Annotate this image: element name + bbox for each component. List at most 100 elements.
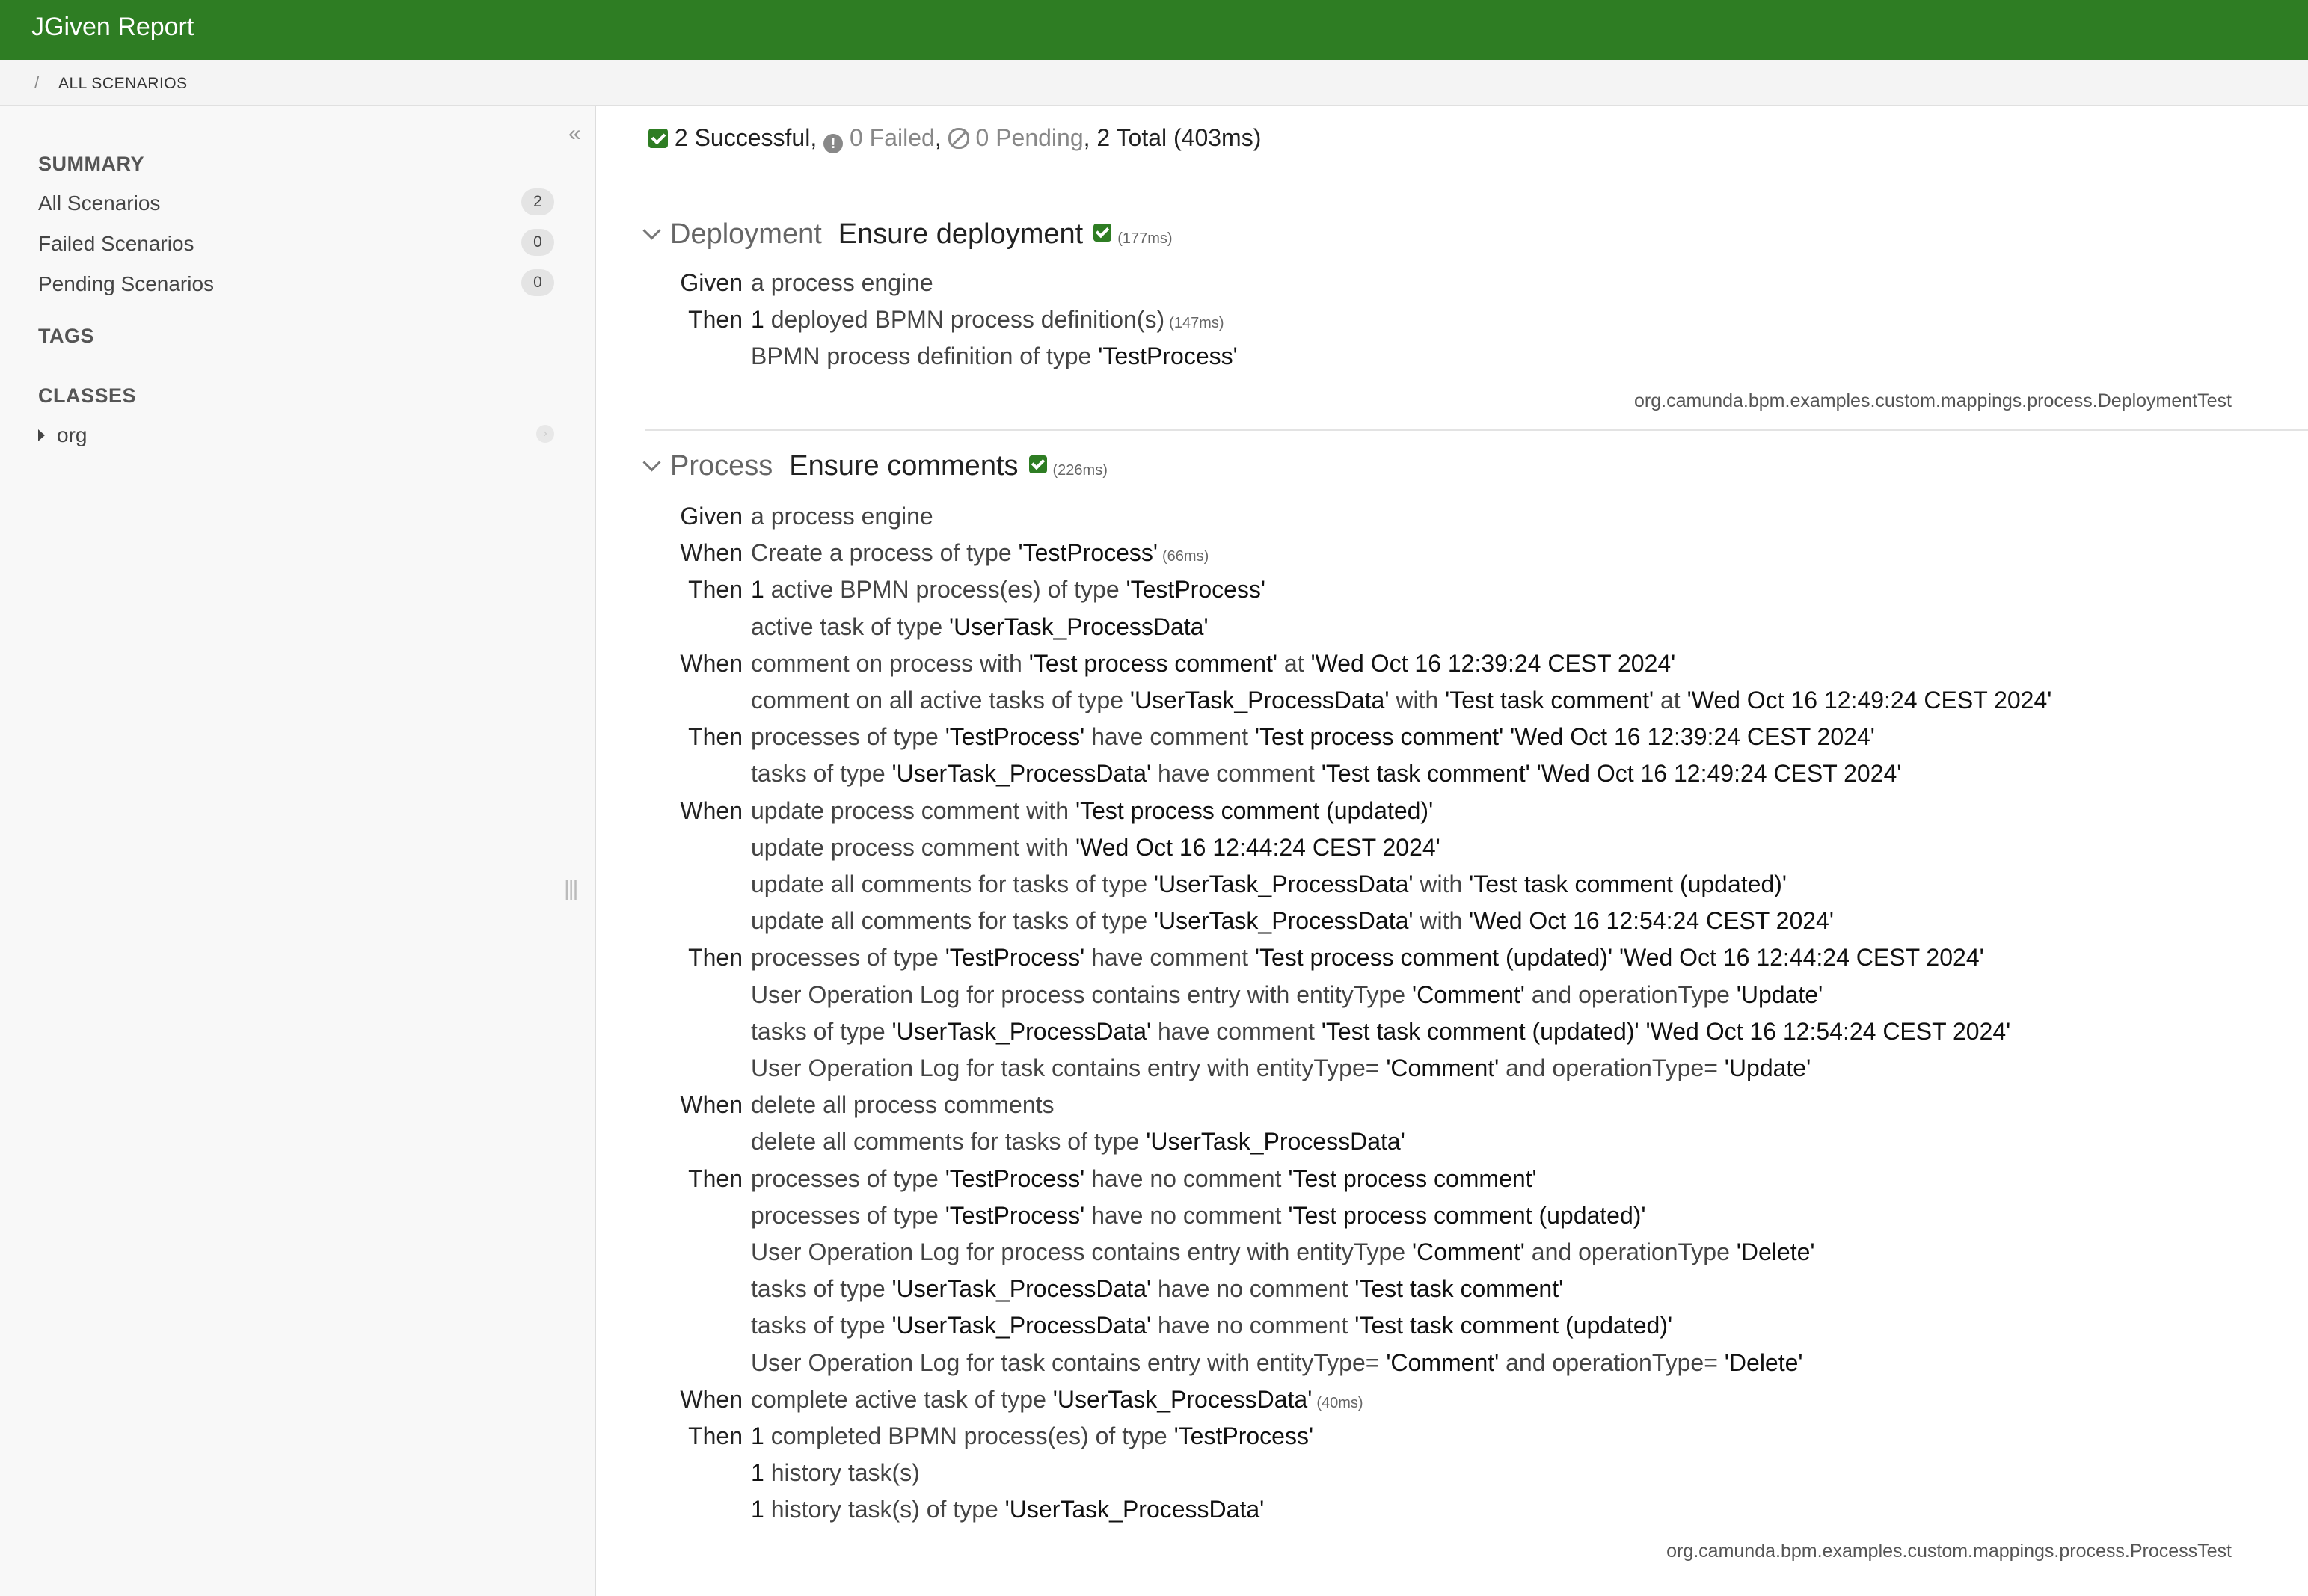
sidebar-item-label: All Scenarios: [38, 191, 161, 215]
step-words: and operationType: [1524, 1239, 1737, 1265]
step-words: have comment: [1084, 723, 1255, 750]
main-content: 2 Successful, ! 0 Failed, 0 Pending, 2 T…: [596, 106, 2308, 1596]
successful-count[interactable]: 2 Successful: [675, 124, 810, 151]
resize-handle-icon[interactable]: |||: [564, 877, 578, 902]
step-argument: 'UserTask_ProcessData': [1004, 1496, 1265, 1523]
top-bar: JGiven Report: [0, 0, 2308, 60]
step-words: delete all comments for tasks of type: [751, 1128, 1147, 1155]
step-argument: 1: [751, 576, 764, 603]
check-square-icon: [1093, 224, 1112, 242]
scenario-header[interactable]: Process Ensure comments (226ms): [642, 450, 1108, 482]
sidebar-item-all-scenarios[interactable]: All Scenarios 2: [38, 188, 554, 218]
step-words: [1612, 944, 1619, 971]
step-argument: 'Update': [1724, 1055, 1811, 1081]
step-text: Create a process of type 'TestProcess' (6…: [751, 539, 1209, 567]
step-keyword: Then: [688, 1165, 743, 1192]
step-words: User Operation Log for process contains …: [751, 981, 1412, 1008]
step-keyword: Then: [688, 306, 743, 333]
step-text: tasks of type 'UserTask_ProcessData' hav…: [751, 760, 1901, 788]
step-text: User Operation Log for task contains ent…: [751, 1349, 1803, 1377]
step-duration: (66ms): [1162, 548, 1209, 565]
step-words: have comment: [1084, 944, 1255, 971]
step-argument: 'Wed Oct 16 12:44:24 CEST 2024': [1075, 834, 1440, 861]
step-argument: 1: [751, 306, 764, 333]
step-argument: 'Delete': [1724, 1349, 1803, 1376]
step-words: update process comment with: [751, 834, 1075, 861]
step-argument: 'UserTask_ProcessData': [1153, 907, 1414, 934]
step-words: processes of type: [751, 1202, 945, 1229]
sidebar-item-pending-scenarios[interactable]: Pending Scenarios 0: [38, 269, 554, 299]
step-words: and operationType: [1524, 981, 1737, 1008]
step-text: User Operation Log for task contains ent…: [751, 1055, 1811, 1082]
step-words: with: [1389, 687, 1446, 713]
scenario-class-name[interactable]: org.camunda.bpm.examples.custom.mappings…: [1634, 390, 2232, 412]
step-argument: 'Test process comment': [1288, 1165, 1537, 1192]
step-argument: 'UserTask_ProcessData': [1146, 1128, 1405, 1155]
step-words: update all comments for tasks of type: [751, 907, 1154, 934]
step-argument: 'Test task comment': [1321, 760, 1530, 787]
step-keyword: Then: [688, 1422, 743, 1449]
step-text: update all comments for tasks of type 'U…: [751, 871, 1787, 898]
step-text: complete active task of type 'UserTask_P…: [751, 1386, 1363, 1414]
step-argument: 'Wed Oct 16 12:54:24 CEST 2024': [1645, 1018, 2011, 1045]
scenario-duration: (177ms): [1117, 230, 1173, 247]
scenario-class-name[interactable]: org.camunda.bpm.examples.custom.mappings…: [1666, 1541, 2232, 1562]
class-tree-item-org[interactable]: org ›: [38, 420, 554, 450]
step-text: 1 completed BPMN process(es) of type 'Te…: [751, 1422, 1313, 1450]
step-text: processes of type 'TestProcess' have no …: [751, 1165, 1537, 1193]
chevron-down-icon[interactable]: [642, 453, 661, 472]
step-words: [1530, 760, 1537, 787]
step-argument: 'TestProcess': [945, 1165, 1085, 1192]
step-argument: 'Comment': [1386, 1349, 1500, 1376]
step-argument: 'Wed Oct 16 12:39:24 CEST 2024': [1310, 650, 1676, 677]
step-keyword: When: [680, 539, 743, 566]
step-argument: 'Test task comment': [1354, 1275, 1564, 1302]
breadcrumb: / ALL SCENARIOS: [0, 60, 2308, 106]
step-words: have no comment: [1084, 1165, 1289, 1192]
step-argument: 'Test task comment': [1445, 687, 1654, 713]
step-text: User Operation Log for process contains …: [751, 981, 1823, 1009]
sidebar-item-failed-scenarios[interactable]: Failed Scenarios 0: [38, 229, 554, 259]
tags-heading: TAGS: [38, 325, 94, 347]
double-chevron-left-icon[interactable]: «: [568, 121, 581, 147]
failed-count[interactable]: 0 Failed: [850, 124, 935, 151]
step-words: with: [1413, 907, 1470, 934]
pending-count[interactable]: 0 Pending: [976, 124, 1084, 151]
step-words: tasks of type: [751, 1275, 892, 1302]
app-title[interactable]: JGiven Report: [31, 12, 194, 42]
step-text: tasks of type 'UserTask_ProcessData' hav…: [751, 1018, 2010, 1046]
classes-heading: CLASSES: [38, 384, 137, 407]
step-argument: 'UserTask_ProcessData': [891, 1275, 1152, 1302]
step-argument: 'Test process comment (updated)': [1075, 797, 1434, 824]
step-argument: 'UserTask_ProcessData': [1052, 1386, 1313, 1413]
breadcrumb-all-scenarios[interactable]: ALL SCENARIOS: [58, 75, 188, 93]
step-words: active task of type: [751, 613, 950, 640]
step-text: BPMN process definition of type 'TestPro…: [751, 343, 1238, 370]
step-keyword: When: [680, 1386, 743, 1413]
step-text: a process engine: [751, 269, 933, 297]
breadcrumb-separator: /: [34, 73, 40, 92]
step-words: a process engine: [751, 503, 933, 530]
step-argument: 'TestProcess': [945, 944, 1085, 971]
step-words: history task(s): [764, 1459, 920, 1486]
step-text: active task of type 'UserTask_ProcessDat…: [751, 613, 1209, 641]
step-argument: 'Test task comment (updated)': [1321, 1018, 1639, 1045]
step-argument: 'TestProcess': [945, 723, 1085, 750]
step-words: history task(s) of type: [764, 1496, 1005, 1523]
step-text: update process comment with 'Test proces…: [751, 797, 1433, 825]
total-count: 2 Total (403ms): [1096, 124, 1262, 151]
step-words: processes of type: [751, 723, 945, 750]
step-argument: 'UserTask_ProcessData': [891, 760, 1152, 787]
chevron-right-circle-icon[interactable]: ›: [536, 425, 554, 443]
scenario-header[interactable]: Deployment Ensure deployment (177ms): [642, 218, 1173, 251]
summary-stats: 2 Successful, ! 0 Failed, 0 Pending, 2 T…: [648, 124, 1261, 153]
chevron-down-icon[interactable]: [642, 221, 661, 240]
step-words: have comment: [1151, 760, 1322, 787]
step-words: deployed BPMN process definition(s): [764, 306, 1165, 333]
caret-right-icon[interactable]: [38, 429, 45, 441]
step-words: tasks of type: [751, 1018, 892, 1045]
step-keyword: Given: [680, 503, 743, 530]
step-text: tasks of type 'UserTask_ProcessData' hav…: [751, 1275, 1563, 1303]
step-argument: 'Comment': [1411, 1239, 1525, 1265]
step-argument: 'Test process comment': [1028, 650, 1278, 677]
